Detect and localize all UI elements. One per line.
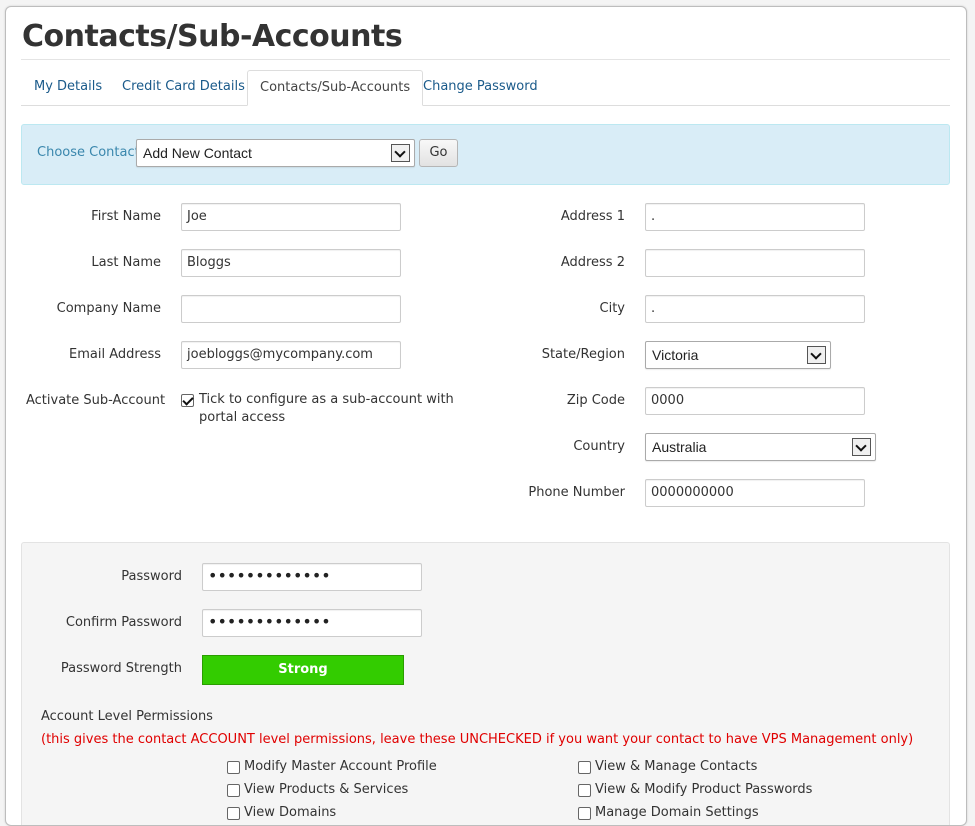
tab-credit-card-details[interactable]: Credit Card Details [110, 70, 257, 106]
perm-view-products-label: View Products & Services [244, 782, 409, 797]
password-permissions-section: Password ••••••••••••• Confirm Password … [21, 542, 950, 825]
main-panel: Contacts/Sub-Accounts My Details Credit … [5, 6, 967, 826]
page-title: Contacts/Sub-Accounts [22, 19, 403, 54]
chevron-down-icon [391, 144, 410, 162]
address1-input[interactable]: . [645, 203, 865, 231]
first-name-input[interactable]: Joe [181, 203, 401, 231]
zip-code-label: Zip Code [566, 393, 625, 408]
city-input[interactable]: . [645, 295, 865, 323]
password-label: Password [121, 569, 182, 584]
zip-code-input[interactable]: 0000 [645, 387, 865, 415]
perm-manage-domain-settings-label: Manage Domain Settings [595, 805, 759, 820]
choose-contact-label: Choose Contact: [37, 145, 145, 160]
state-region-select[interactable]: Victoria [645, 341, 831, 369]
last-name-label: Last Name [91, 255, 161, 270]
confirm-password-input[interactable]: ••••••••••••• [202, 609, 422, 637]
tab-change-password[interactable]: Change Password [411, 70, 550, 106]
chevron-down-icon [807, 346, 826, 364]
first-name-label: First Name [91, 209, 161, 224]
country-label: Country [573, 439, 625, 454]
activate-sub-account-checkbox[interactable] [181, 394, 194, 407]
title-divider [21, 59, 950, 60]
tab-contacts-sub-accounts[interactable]: Contacts/Sub-Accounts [247, 70, 424, 106]
perm-view-products-checkbox[interactable] [227, 784, 240, 797]
confirm-password-label: Confirm Password [65, 615, 182, 630]
password-strength-label: Password Strength [60, 661, 182, 676]
address2-label: Address 2 [560, 255, 625, 270]
company-name-label: Company Name [56, 301, 161, 316]
phone-number-input[interactable]: 0000000000 [645, 479, 865, 507]
perm-modify-master-profile-checkbox[interactable] [227, 761, 240, 774]
perm-view-manage-contacts-label: View & Manage Contacts [595, 759, 758, 774]
perm-manage-domain-settings-checkbox[interactable] [578, 807, 591, 820]
country-select[interactable]: Australia [645, 433, 876, 461]
go-button[interactable]: Go [419, 139, 458, 167]
choose-contact-value: Add New Contact [143, 145, 252, 161]
country-value: Australia [652, 439, 707, 455]
activate-sub-account-text: Tick to configure as a sub-account with … [199, 392, 454, 425]
email-label: Email Address [69, 347, 161, 362]
permissions-note: (this gives the contact ACCOUNT level pe… [41, 732, 914, 747]
password-input[interactable]: ••••••••••••• [202, 563, 422, 591]
perm-modify-product-passwords-label: View & Modify Product Passwords [595, 782, 813, 797]
perm-view-domains-label: View Domains [244, 805, 337, 820]
address2-input[interactable] [645, 249, 865, 277]
email-input[interactable]: joebloggs@mycompany.com [181, 341, 401, 369]
phone-number-label: Phone Number [528, 485, 625, 500]
permissions-heading: Account Level Permissions [41, 709, 213, 724]
perm-modify-product-passwords-checkbox[interactable] [578, 784, 591, 797]
state-region-value: Victoria [652, 347, 699, 363]
perm-modify-master-profile-label: Modify Master Account Profile [244, 759, 437, 774]
company-name-input[interactable] [181, 295, 401, 323]
activate-sub-account-label: Activate Sub-Account [26, 393, 166, 408]
tab-my-details[interactable]: My Details [22, 70, 114, 106]
perm-view-manage-contacts-checkbox[interactable] [578, 761, 591, 774]
contact-chooser-bar: Choose Contact: Add New Contact Go [21, 124, 950, 185]
address1-label: Address 1 [560, 209, 625, 224]
perm-view-domains-checkbox[interactable] [227, 807, 240, 820]
state-region-label: State/Region [541, 347, 625, 362]
password-strength-meter: Strong [202, 655, 404, 685]
choose-contact-select[interactable]: Add New Contact [136, 139, 415, 167]
chevron-down-icon [852, 438, 871, 456]
city-label: City [599, 301, 625, 316]
last-name-input[interactable]: Bloggs [181, 249, 401, 277]
